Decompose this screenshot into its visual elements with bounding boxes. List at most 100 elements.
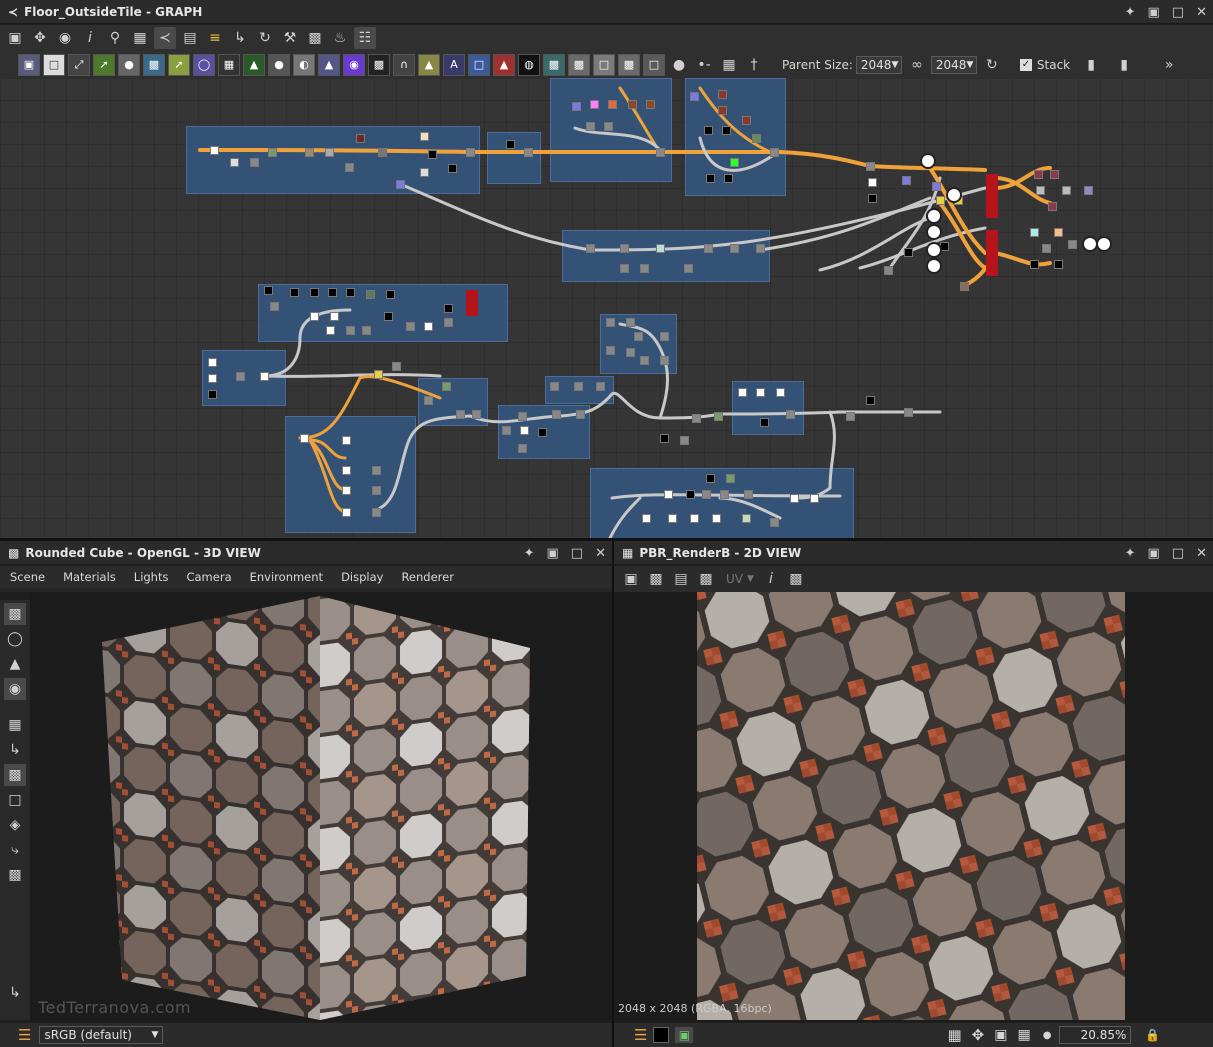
snapshot-icon[interactable]: ▩ <box>304 27 326 49</box>
color-node-icon[interactable]: ◉ <box>343 53 365 76</box>
graph-node[interactable] <box>208 358 217 367</box>
wireframe-icon[interactable]: ▦ <box>4 714 26 736</box>
graph-node[interactable] <box>656 244 665 253</box>
graph-node[interactable] <box>384 312 393 321</box>
graph-node[interactable] <box>846 412 855 421</box>
close-icon[interactable]: ✕ <box>1196 5 1207 20</box>
graph-view-icon[interactable]: ≺ <box>154 27 176 49</box>
graph-node[interactable] <box>620 264 629 273</box>
copy-icon[interactable]: ▤ <box>670 568 692 590</box>
stats-icon[interactable]: ▩ <box>4 864 26 886</box>
graph-node[interactable] <box>386 290 395 299</box>
graph-node[interactable] <box>1030 228 1039 237</box>
graph-node[interactable] <box>690 92 699 101</box>
light-icon[interactable]: ◯ <box>4 628 26 650</box>
float-icon[interactable]: ▣ <box>1148 5 1160 20</box>
stack-checkbox[interactable]: ✓ <box>1019 58 1032 71</box>
graph-node[interactable] <box>646 100 655 109</box>
dot-node[interactable] <box>920 153 936 169</box>
graph-node[interactable] <box>1068 240 1077 249</box>
parent-size-height-select[interactable]: 2048 ▼ <box>930 55 977 74</box>
graph-node[interactable] <box>686 490 695 499</box>
dot-node[interactable] <box>926 258 942 274</box>
output-node-column[interactable] <box>466 290 478 316</box>
graph-node[interactable] <box>342 466 351 475</box>
levels-node-icon[interactable]: ➚ <box>93 53 115 76</box>
graph-node[interactable] <box>572 102 581 111</box>
grid-icon[interactable]: ☷ <box>354 27 376 49</box>
graph-node[interactable] <box>1050 170 1059 179</box>
black-swatch[interactable] <box>653 1027 670 1043</box>
graph-node[interactable] <box>868 194 877 203</box>
graph-node[interactable] <box>742 116 751 125</box>
zoom-fit-icon[interactable]: ▦ <box>1017 1027 1030 1043</box>
graph-node[interactable] <box>372 508 381 517</box>
menu-display[interactable]: Display <box>341 570 383 584</box>
graph-node[interactable] <box>424 396 433 405</box>
graph-node[interactable] <box>608 100 617 109</box>
graph-node[interactable] <box>868 178 877 187</box>
layout-icon[interactable]: ▤ <box>179 27 201 49</box>
graph-node[interactable] <box>362 326 371 335</box>
graph-node[interactable] <box>960 282 969 291</box>
graph-node[interactable] <box>704 126 713 135</box>
graph-node[interactable] <box>396 180 405 189</box>
graph-node[interactable] <box>502 426 511 435</box>
graph-node[interactable] <box>552 410 561 419</box>
close-icon[interactable]: ✕ <box>595 546 606 561</box>
svg-node-icon[interactable]: □ <box>43 53 65 76</box>
graph-node[interactable] <box>1054 228 1063 237</box>
select-node-icon[interactable]: □ <box>468 53 490 76</box>
graph-node[interactable] <box>372 486 381 495</box>
viewport-2d[interactable]: 2048 x 2048 (RGBA, 16bpc) <box>614 592 1213 1022</box>
graph-node[interactable] <box>660 356 669 365</box>
graph-node[interactable] <box>456 410 465 419</box>
graph-node[interactable] <box>604 122 613 131</box>
dot-node[interactable] <box>946 187 962 203</box>
graph-node[interactable] <box>448 164 457 173</box>
graph-node[interactable] <box>356 134 365 143</box>
graph-node[interactable] <box>660 332 669 341</box>
graph-node[interactable] <box>590 100 599 109</box>
dot-node[interactable] <box>1096 236 1112 252</box>
fit-view-icon[interactable]: ▣ <box>620 568 642 590</box>
graph-node[interactable] <box>596 382 605 391</box>
overflow-icon[interactable]: » <box>1158 54 1180 76</box>
camera-icon[interactable]: ▩ <box>4 603 26 625</box>
grid-toggle-icon[interactable]: ▦ <box>947 1026 961 1044</box>
shape-node-icon[interactable]: ● <box>268 53 290 76</box>
graph-node[interactable] <box>866 162 875 171</box>
function-node-icon[interactable]: ▩ <box>618 53 640 76</box>
graph-node[interactable] <box>756 388 765 397</box>
graph-node[interactable] <box>472 410 481 419</box>
graph-node[interactable] <box>1036 186 1045 195</box>
graph-node[interactable] <box>328 288 337 297</box>
graph-node[interactable] <box>706 174 715 183</box>
float-icon[interactable]: ▣ <box>1148 546 1160 561</box>
graph-node[interactable] <box>752 134 761 143</box>
fx-node-icon[interactable]: ▩ <box>568 53 590 76</box>
normal-node-icon[interactable]: ▩ <box>543 53 565 76</box>
graph-node[interactable] <box>270 302 279 311</box>
graph-node[interactable] <box>506 140 515 149</box>
graph-node[interactable] <box>1034 170 1043 179</box>
graph-node[interactable] <box>576 410 585 419</box>
mirror-node-icon[interactable]: ▲ <box>418 53 440 76</box>
menu-materials[interactable]: Materials <box>63 570 116 584</box>
layers-stack-icon[interactable]: ☰ <box>18 1026 31 1044</box>
graph-node[interactable] <box>1054 260 1063 269</box>
graph-node[interactable] <box>640 356 649 365</box>
dot-node-icon[interactable]: † <box>743 54 765 76</box>
graph-node[interactable] <box>810 494 819 503</box>
blend-node-icon[interactable]: ⤢ <box>68 53 90 76</box>
graph-node[interactable] <box>628 100 637 109</box>
graph-node[interactable] <box>372 466 381 475</box>
graph-canvas[interactable] <box>0 78 1213 538</box>
graph-node[interactable] <box>626 318 635 327</box>
graph-node[interactable] <box>664 490 673 499</box>
histogram-node-icon[interactable]: ▲ <box>318 53 340 76</box>
transform-node-icon[interactable]: ▩ <box>143 53 165 76</box>
graph-node[interactable] <box>342 436 351 445</box>
graph-node[interactable] <box>606 318 615 327</box>
info-icon[interactable]: i <box>79 27 101 49</box>
